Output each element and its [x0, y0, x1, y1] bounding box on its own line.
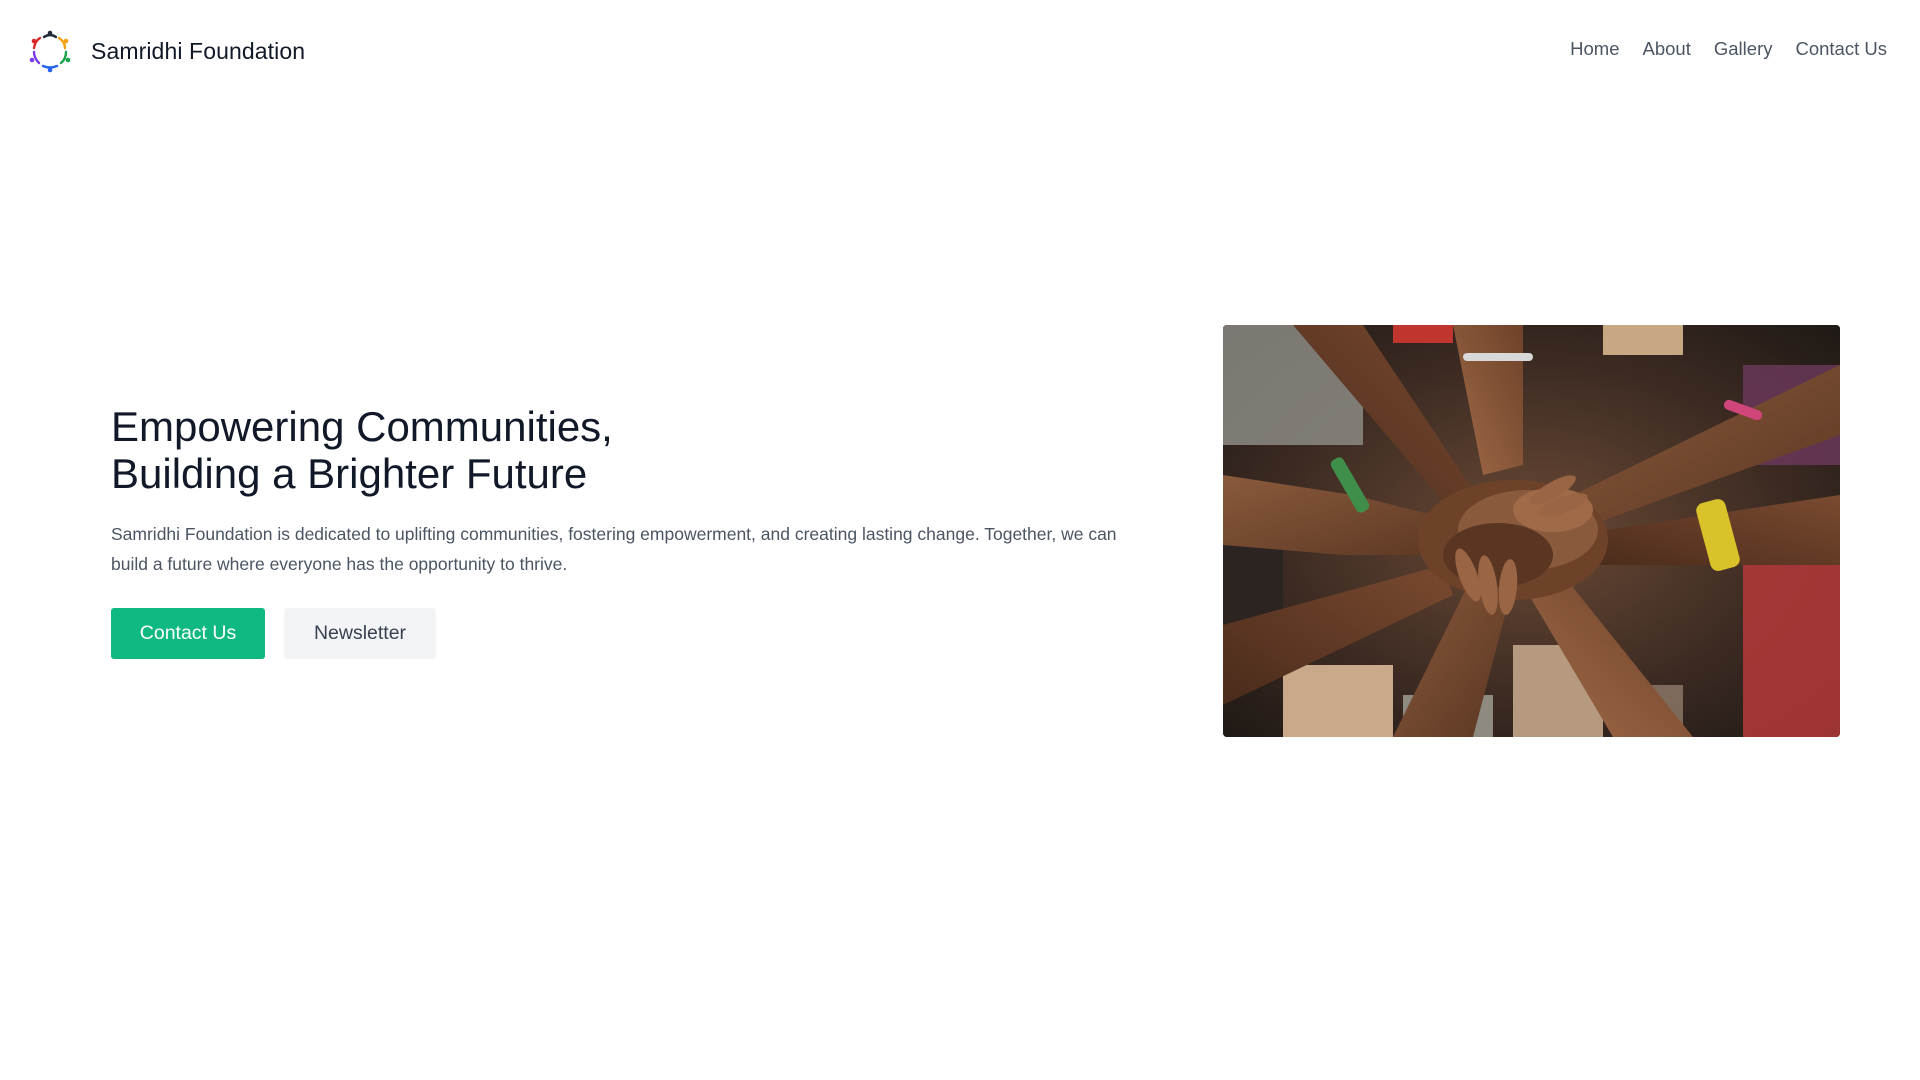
hero-title-line-2: Building a Brighter Future	[111, 450, 588, 497]
hero-title-line-1: Empowering Communities,	[111, 403, 613, 450]
hero-buttons: Contact Us Newsletter	[111, 608, 436, 659]
hero-title: Empowering Communities, Building a Brigh…	[111, 403, 1121, 497]
nav-home[interactable]: Home	[1570, 38, 1619, 60]
circle-of-people-logo-icon	[29, 30, 71, 73]
brand-link[interactable]: Samridhi Foundation	[28, 29, 305, 73]
brand-name: Samridhi Foundation	[91, 37, 306, 64]
nav-about[interactable]: About	[1643, 38, 1691, 60]
stacked-hands-illustration	[1223, 325, 1840, 737]
main-nav: Home About Gallery Contact Us	[1570, 38, 1887, 60]
contact-us-button[interactable]: Contact Us	[111, 608, 265, 659]
hero-text-block: Empowering Communities, Building a Brigh…	[111, 403, 1121, 579]
stacked-hands-photo	[1223, 325, 1840, 737]
nav-gallery[interactable]: Gallery	[1714, 38, 1773, 60]
newsletter-button[interactable]: Newsletter	[284, 608, 436, 659]
nav-contact-us[interactable]: Contact Us	[1795, 38, 1887, 60]
site-header: Samridhi Foundation Home About Gallery C…	[0, 0, 1920, 100]
hero-description: Samridhi Foundation is dedicated to upli…	[111, 524, 1117, 574]
